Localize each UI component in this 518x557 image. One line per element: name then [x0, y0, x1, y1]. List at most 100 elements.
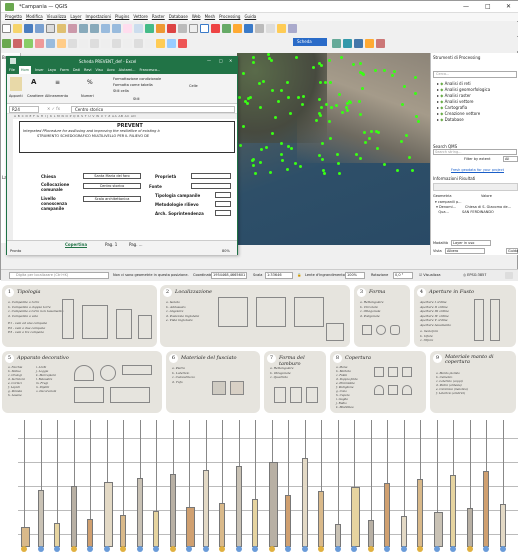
add-csv-icon[interactable] [24, 39, 33, 48]
feature-point[interactable] [260, 148, 264, 152]
bell-tower[interactable] [351, 487, 360, 547]
pan-to-selection-icon[interactable] [68, 24, 77, 33]
bell-tower[interactable] [268, 462, 278, 547]
feature-point[interactable] [251, 158, 255, 162]
redo-icon[interactable] [145, 39, 154, 48]
field-collocazione[interactable]: Centro storico [83, 183, 141, 189]
tab-formulas[interactable]: Form [60, 66, 69, 74]
feature-point[interactable] [354, 152, 358, 156]
feature-point[interactable] [268, 171, 272, 175]
field-calc-icon[interactable] [222, 24, 231, 33]
feature-point[interactable] [369, 129, 373, 133]
feature-point[interactable] [382, 162, 386, 166]
feature-point[interactable] [285, 81, 289, 85]
feature-point[interactable] [328, 59, 332, 63]
zoom-full-icon[interactable] [101, 24, 110, 33]
bell-tower[interactable] [235, 466, 242, 547]
menu-plugins[interactable]: Plugins [115, 13, 129, 21]
feature-point[interactable] [286, 96, 290, 100]
plugin-icon[interactable] [365, 39, 374, 48]
feature-point[interactable] [404, 134, 408, 138]
field-metodologie[interactable] [215, 201, 231, 207]
tab-file[interactable]: File [9, 66, 15, 74]
feature-point[interactable] [325, 102, 329, 106]
attribute-table-icon[interactable] [211, 24, 220, 33]
feature-point[interactable] [329, 106, 333, 110]
magnifier-field[interactable]: 100% [345, 272, 365, 279]
feature-point[interactable] [334, 103, 338, 107]
bell-tower[interactable] [120, 515, 126, 547]
locator-input[interactable]: Digita per localizzare (Ctrl+K) [9, 272, 109, 279]
digitize-icon[interactable] [68, 39, 77, 48]
feature-point[interactable] [274, 116, 278, 120]
feature-point[interactable] [280, 141, 284, 145]
zoom-level[interactable]: 80% [222, 249, 230, 253]
feature-point[interactable] [392, 70, 396, 74]
bell-tower[interactable] [186, 507, 195, 547]
feature-point[interactable] [262, 79, 266, 83]
feature-point[interactable] [374, 68, 378, 72]
open-icon[interactable] [13, 24, 22, 33]
feature-point[interactable] [318, 153, 322, 157]
bell-tower[interactable] [318, 491, 324, 547]
feature-point[interactable] [357, 99, 361, 103]
feature-point[interactable] [327, 120, 331, 124]
menu-vettore[interactable]: Vettore [133, 13, 148, 21]
feature-point[interactable] [413, 91, 417, 95]
menu-impostazioni[interactable]: Impostazioni [86, 13, 111, 21]
feature-point[interactable] [271, 89, 275, 93]
annotation-icon[interactable] [266, 24, 275, 33]
feature-point[interactable] [329, 137, 333, 141]
feature-point[interactable] [267, 53, 271, 57]
feature-point[interactable] [390, 74, 394, 78]
refresh-icon[interactable] [145, 24, 154, 33]
feature-point[interactable] [345, 109, 349, 113]
processing-icon[interactable] [354, 39, 363, 48]
cell-styles-button[interactable]: Stili cella [113, 89, 129, 93]
feature-point[interactable] [323, 171, 327, 175]
bell-tower[interactable] [219, 503, 225, 547]
tell-me[interactable]: Aiutami... [119, 66, 136, 74]
tree-item[interactable]: ▸ ◆ Database [437, 117, 490, 123]
feature-point[interactable] [337, 171, 341, 175]
menu-mesh[interactable]: Mesh [205, 13, 216, 21]
feature-point[interactable] [362, 130, 366, 134]
tree-row[interactable]: Qua... SAN FERDINANDO [435, 210, 511, 215]
menu-layer[interactable]: Layer [70, 13, 81, 21]
user-account[interactable]: Francesco... [139, 66, 160, 74]
feature-point[interactable] [362, 73, 366, 77]
field-fonte[interactable] [191, 183, 231, 189]
feature-point[interactable] [359, 112, 363, 116]
add-raster-icon[interactable] [13, 39, 22, 48]
zoom-in-icon[interactable] [79, 24, 88, 33]
feature-point[interactable] [265, 145, 269, 149]
sheet-tab-pag1[interactable]: Pag. 1 [105, 242, 117, 247]
feature-point[interactable] [318, 98, 322, 102]
lock-icon[interactable]: 🔒 [297, 273, 301, 277]
feature-point[interactable] [311, 66, 315, 70]
field-arch[interactable] [215, 210, 231, 216]
edit-icon[interactable] [57, 39, 66, 48]
sheet-tab-pag[interactable]: Pag. ... [129, 242, 143, 247]
feature-point[interactable] [336, 161, 340, 165]
menu-guida[interactable]: Guida [244, 13, 256, 21]
feature-point[interactable] [395, 169, 399, 173]
feature-point[interactable] [358, 62, 362, 66]
georef-icon[interactable] [376, 39, 385, 48]
feature-point[interactable] [289, 146, 293, 150]
feature-point[interactable] [319, 80, 323, 84]
more-icon[interactable] [288, 24, 297, 33]
excel-close-button[interactable]: ✕ [229, 58, 232, 63]
feature-point[interactable] [324, 81, 328, 85]
fresh-geodata-link[interactable]: Fresh geodata for your project [451, 168, 504, 172]
paste-icon[interactable] [123, 39, 132, 48]
feature-point[interactable] [259, 160, 263, 164]
feature-point[interactable] [252, 61, 256, 65]
qms-search-input[interactable]: Search string... [433, 149, 517, 155]
tab-data[interactable]: Dati [73, 66, 80, 74]
filter-select[interactable]: All [503, 156, 518, 162]
feature-point[interactable] [287, 144, 290, 148]
feature-point[interactable] [320, 105, 324, 109]
feature-point[interactable] [238, 143, 242, 147]
select-icon[interactable] [167, 24, 176, 33]
